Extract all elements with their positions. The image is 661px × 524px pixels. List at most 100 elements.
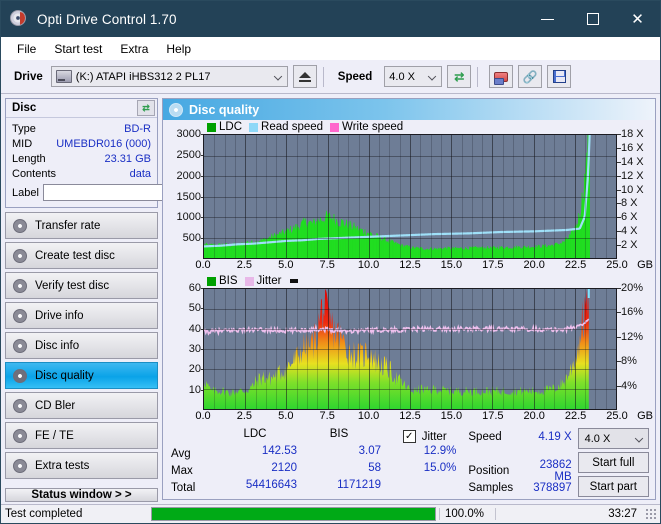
legend-label: BIS: [219, 275, 238, 287]
stats-samples-row: Samples 378897: [468, 479, 577, 496]
y2-tick-label: 6 X: [617, 211, 638, 224]
sidebar-item-cd-bler[interactable]: CD Bler: [5, 392, 158, 419]
x-tick-label: 7.5: [319, 259, 335, 271]
sidebar-item-transfer-rate[interactable]: Transfer rate: [5, 212, 158, 239]
sidebar-item-disc-info[interactable]: Disc info: [5, 332, 158, 359]
window-controls: ✕: [525, 1, 660, 37]
legend-label: Jitter: [256, 275, 282, 287]
close-button[interactable]: ✕: [615, 1, 660, 37]
y-tick-label: 1000: [176, 211, 206, 224]
bottom-chart-x-axis: 0.0 2.5 5.0 7.5 10.0 12.5 15.0 17.5 20.0 22.5 25.0…: [195, 410, 653, 425]
elapsed-time: 33:27: [495, 508, 645, 520]
disc-icon: [13, 218, 27, 233]
x-tick-label: 25.0: [606, 259, 628, 271]
status-bar: Test completed 100.0% 33:27: [1, 504, 660, 523]
x-axis-unit: GB: [637, 410, 653, 422]
speed-select-value: 4.0 X: [389, 70, 415, 83]
menu-help[interactable]: Help: [157, 40, 200, 58]
stats-ldc-total: 54416643: [245, 479, 297, 491]
speed-select[interactable]: 4.0 X: [384, 66, 443, 87]
x-tick-label: 10.0: [357, 410, 380, 422]
disc-refresh-button[interactable]: ⇄: [137, 100, 155, 116]
stats-jitter-avg: 12.9%: [423, 445, 457, 457]
start-full-button[interactable]: Start full: [577, 452, 649, 473]
refresh-icon: ⇄: [142, 102, 150, 113]
erase-button[interactable]: [489, 65, 514, 88]
stats-samples-value: 378897: [533, 481, 572, 494]
sidebar-item-drive-info[interactable]: Drive info: [5, 302, 158, 329]
y2-tick-label: 8%: [617, 355, 637, 368]
x-tick-label: 7.5: [319, 410, 335, 422]
y2-tick-label: 2 X: [617, 239, 638, 252]
maximize-icon: [586, 13, 599, 25]
status-window-button[interactable]: Status window > >: [5, 488, 158, 502]
jitter-toggle[interactable]: ✓ Jitter: [381, 428, 468, 445]
app-window: Opti Drive Control 1.70 ✕ File Start tes…: [0, 0, 661, 524]
stats-panel: Avg Max Total LDC 142.53 2120 54416643 B…: [163, 425, 655, 499]
drive-toolbar: Drive (K:) ATAPI iHBS312 2 PL17 Speed 4.…: [1, 60, 660, 94]
sidebar-item-label: Verify test disc: [35, 279, 110, 292]
sidebar-item-label: Extra tests: [35, 459, 90, 472]
eject-button[interactable]: [292, 65, 317, 88]
disc-icon: [169, 102, 183, 117]
disc-panel-title: Disc: [12, 102, 37, 114]
y-tick-label: 60: [188, 282, 206, 294]
chain-button[interactable]: 🔗: [518, 65, 543, 88]
stats-bis-max: 58: [368, 462, 381, 474]
disc-row-mid: MID UMEBDR016 (000): [12, 136, 151, 151]
resize-grip-icon[interactable]: [645, 508, 657, 520]
top-chart-x-axis: 0.0 2.5 5.0 7.5 10.0 12.5 15.0 17.5 20.0 22.5 25.0…: [195, 259, 653, 274]
menu-start-test[interactable]: Start test: [45, 40, 111, 58]
legend-swatch: [244, 276, 254, 286]
sidebar-item-extra-tests[interactable]: Extra tests: [5, 452, 158, 479]
read-speed-line: [204, 135, 590, 246]
menu-bar: File Start test Extra Help: [1, 37, 660, 60]
legend-jitter: Jitter: [244, 275, 282, 287]
stats-speed-row: Speed 4.19 X: [468, 428, 577, 445]
sidebar: Disc ⇄ Type BD-R MID UMEBDR016 (000) Len…: [5, 98, 241, 502]
sidebar-item-disc-quality[interactable]: Disc quality: [5, 362, 158, 389]
sidebar-item-verify-test-disc[interactable]: Verify test disc: [5, 272, 158, 299]
drive-label: Drive: [14, 70, 43, 83]
save-button[interactable]: [547, 65, 572, 88]
stats-position-label: Position: [468, 464, 510, 477]
speed-label: Speed: [337, 70, 373, 83]
sidebar-item-fe-te[interactable]: FE / TE: [5, 422, 158, 449]
legend-swatch: [207, 122, 216, 132]
eject-icon: [298, 71, 311, 82]
jitter-line: [204, 319, 589, 334]
stats-speed-label: Speed: [468, 430, 502, 443]
sidebar-item-create-test-disc[interactable]: Create test disc: [5, 242, 158, 269]
start-part-button[interactable]: Start part: [577, 476, 649, 497]
maximize-button[interactable]: [570, 1, 615, 37]
x-tick-label: 17.5: [482, 259, 504, 271]
stats-col-jitter: ✓ Jitter 12.9% 15.0%: [381, 428, 468, 497]
test-speed-select[interactable]: 4.0 X: [577, 428, 649, 449]
menu-extra[interactable]: Extra: [111, 40, 157, 58]
stats-label-avg: Avg: [171, 447, 191, 460]
sidebar-item-label: Drive info: [35, 309, 84, 322]
y-tick-label: 40: [188, 322, 206, 335]
bottom-chart-series: [204, 289, 616, 409]
y-tick-label: 3000: [176, 128, 206, 140]
y2-tick-label: 16 X: [617, 141, 644, 154]
menu-file[interactable]: File: [8, 40, 45, 58]
close-icon: ✕: [631, 10, 644, 28]
stats-ldc-max: 2120: [271, 462, 297, 474]
disc-row-mid-value: UMEBDR016 (000): [56, 137, 151, 150]
app-icon: [10, 10, 28, 28]
disc-row-type: Type BD-R: [12, 121, 151, 136]
minimize-button[interactable]: [525, 1, 570, 37]
stats-col-speed: Speed 4.19 X Position 23862 MB Samples 3…: [468, 428, 577, 497]
y2-tick-label: 4 X: [617, 225, 638, 238]
progress-percent: 100.0%: [439, 508, 495, 520]
refresh-button[interactable]: ⇄: [447, 65, 472, 88]
jitter-checkbox[interactable]: ✓: [402, 430, 416, 443]
minimize-icon: [541, 18, 554, 20]
main-panel-header: Disc quality: [163, 99, 655, 120]
disc-label-key: Label: [12, 186, 39, 199]
drive-select[interactable]: (K:) ATAPI iHBS312 2 PL17: [50, 66, 288, 87]
stats-jitter-spacer: [381, 479, 468, 496]
sidebar-item-label: CD Bler: [35, 399, 76, 412]
x-tick-label: 17.5: [482, 410, 504, 422]
